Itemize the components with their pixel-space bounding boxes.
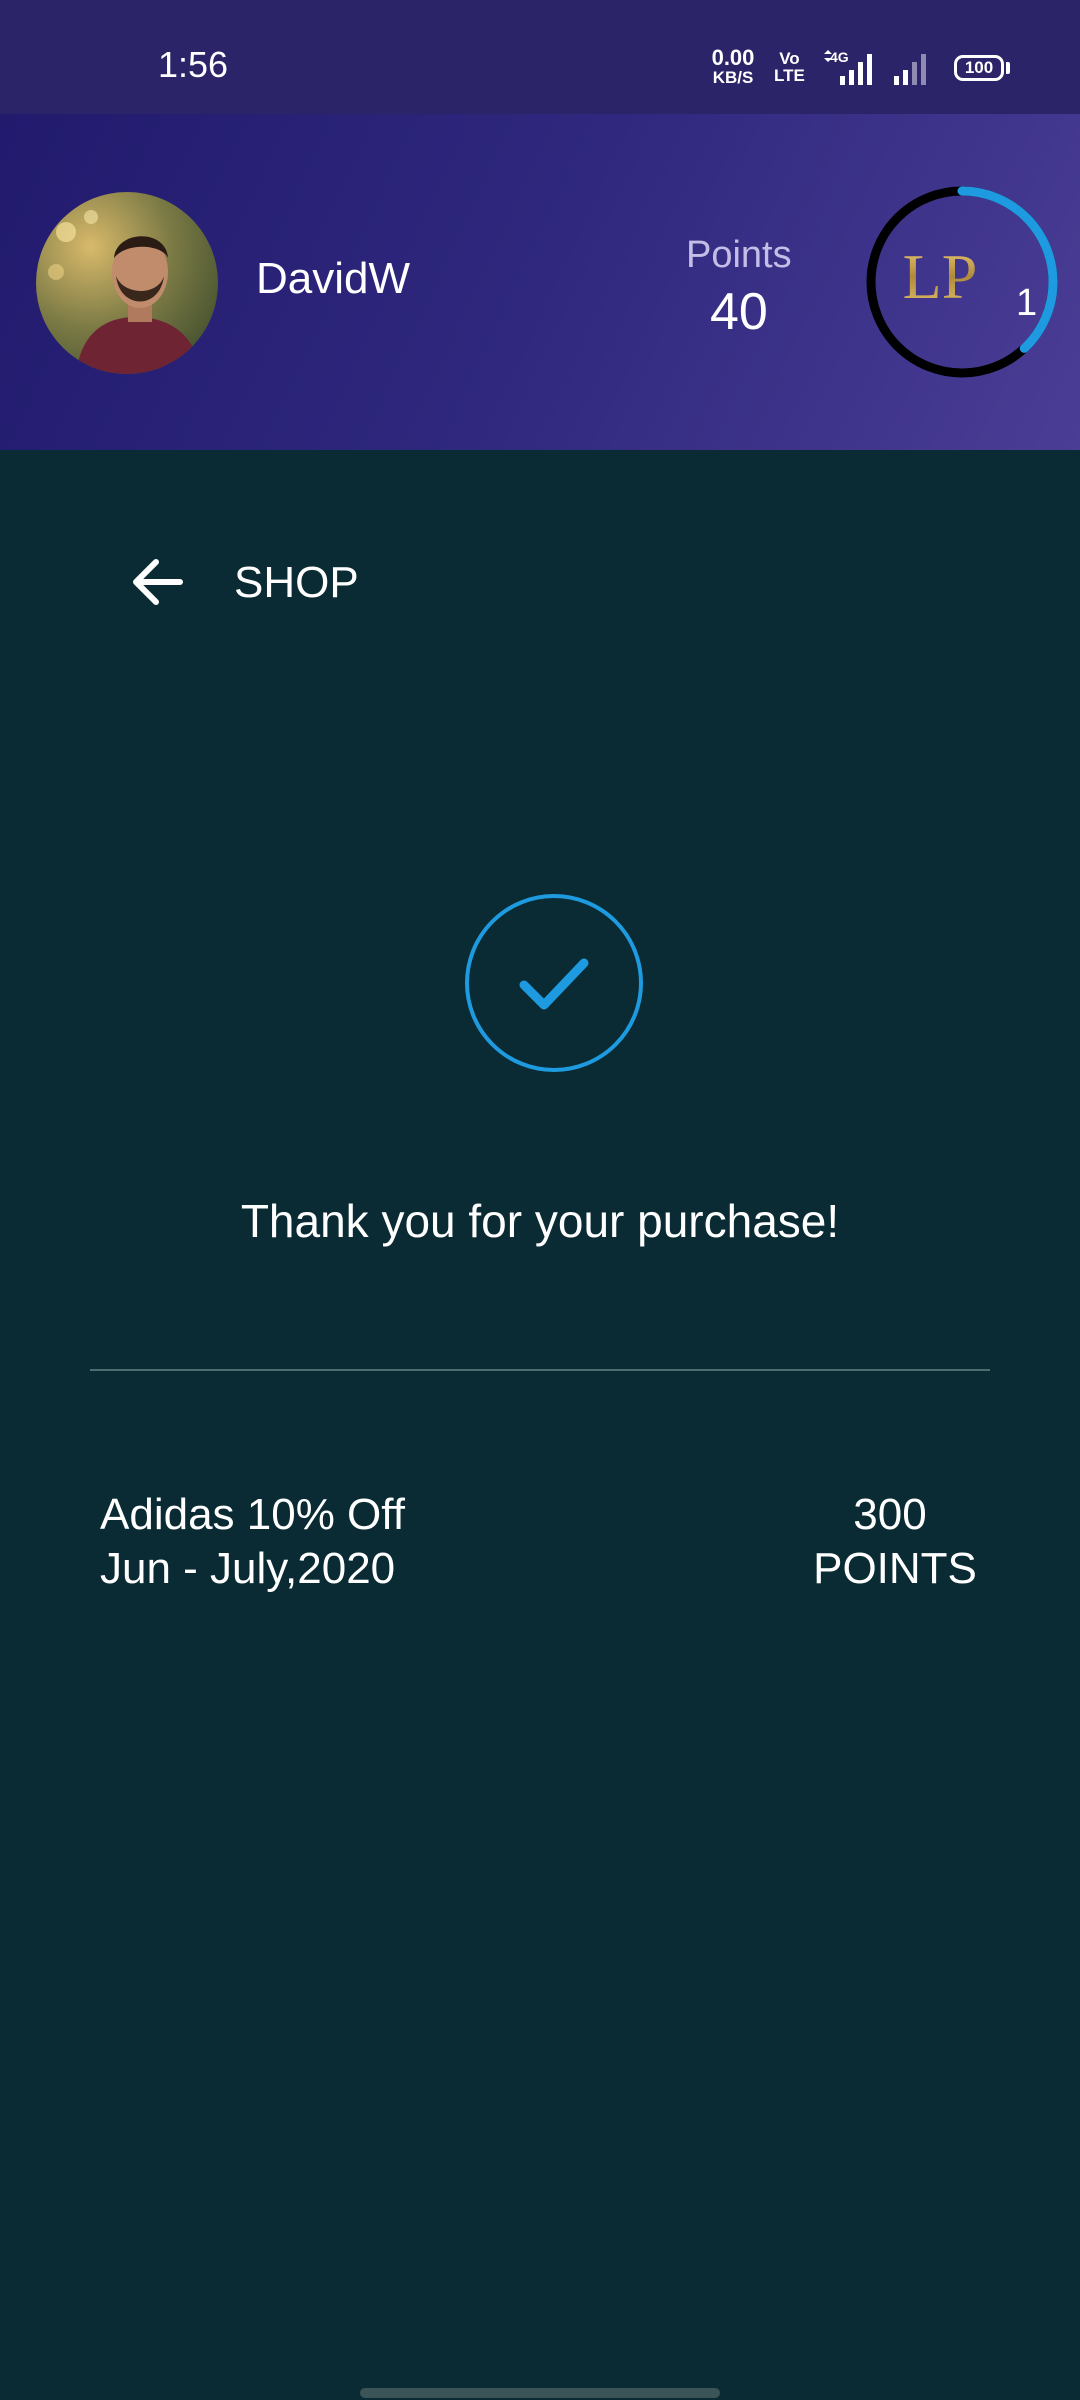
home-indicator[interactable] — [360, 2388, 720, 2398]
avatar-image — [36, 192, 218, 374]
avatar[interactable] — [36, 192, 218, 374]
purchased-item-date: Jun - July,2020 — [100, 1544, 396, 1593]
purchase-confirmation-message: Thank you for your purchase! — [240, 1195, 840, 1247]
level-number: 1 — [1016, 282, 1038, 324]
volte-indicator: Vo LTE — [774, 50, 805, 84]
network-speed-value: 0.00 — [711, 45, 755, 70]
network-speed: 0.00 KB/S — [704, 45, 762, 88]
signal-strength-icon: 4G — [824, 50, 872, 85]
divider — [90, 1369, 990, 1371]
status-time: 1:56 — [158, 44, 229, 85]
profile-header: DavidW Points 40 LP 1 — [0, 114, 1080, 450]
points-label: Points — [686, 234, 792, 276]
battery-tip — [1006, 62, 1010, 74]
check-circle-icon — [465, 894, 643, 1072]
network-type-label: 4G — [830, 50, 849, 65]
purchase-cost-value: 300 — [853, 1490, 927, 1539]
username: DavidW — [256, 254, 411, 303]
network-speed-unit: KB/S — [712, 68, 754, 87]
volte-top: Vo — [779, 49, 800, 68]
level-logo: LP — [903, 241, 978, 312]
page-title: SHOP — [234, 558, 359, 607]
purchase-cost-unit: POINTS — [813, 1544, 977, 1593]
points-value: 40 — [710, 283, 768, 341]
status-bar: 1:56 0.00 KB/S Vo LTE 4G 100 — [0, 0, 1080, 114]
volte-bottom: LTE — [774, 66, 805, 85]
battery-icon: 100 — [954, 55, 1004, 81]
purchased-item-name: Adidas 10% Off — [100, 1490, 405, 1539]
back-arrow-icon[interactable] — [130, 556, 186, 608]
signal-strength-secondary-icon — [894, 54, 926, 85]
